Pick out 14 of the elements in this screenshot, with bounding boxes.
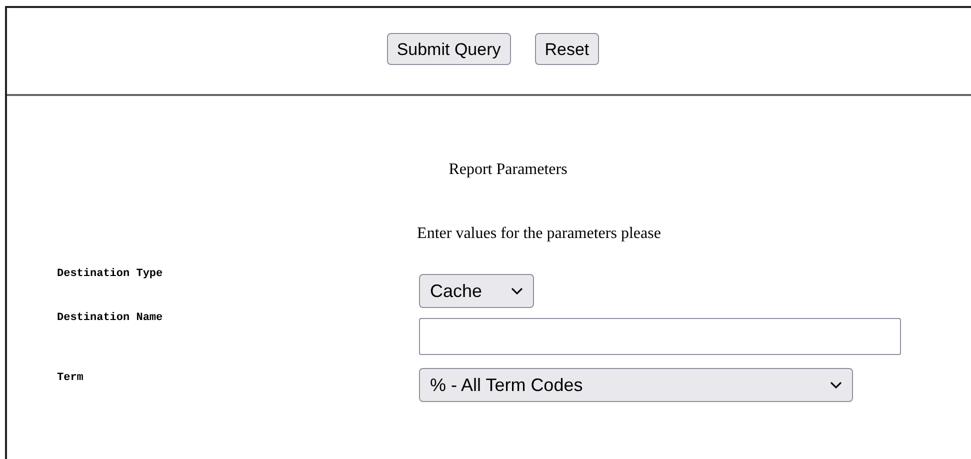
parameter-label: Destination Type bbox=[56, 267, 164, 282]
parameter-label: Term bbox=[56, 371, 84, 386]
chevron-down-icon bbox=[511, 287, 523, 295]
form-button[interactable]: Reset bbox=[534, 33, 600, 65]
instruction-text: Enter values for the parameters please bbox=[416, 224, 662, 244]
dropdown[interactable]: % - All Term Codes bbox=[419, 368, 853, 402]
dropdown-value: Cache bbox=[430, 280, 482, 302]
form-button[interactable]: Submit Query bbox=[386, 33, 511, 65]
text-field[interactable] bbox=[419, 318, 901, 355]
dropdown-value: % - All Term Codes bbox=[430, 374, 583, 396]
report-title: Report Parameters bbox=[448, 160, 568, 180]
parameter-label: Destination Name bbox=[56, 311, 164, 326]
dropdown[interactable]: Cache bbox=[419, 274, 534, 308]
chevron-down-icon bbox=[830, 381, 842, 389]
